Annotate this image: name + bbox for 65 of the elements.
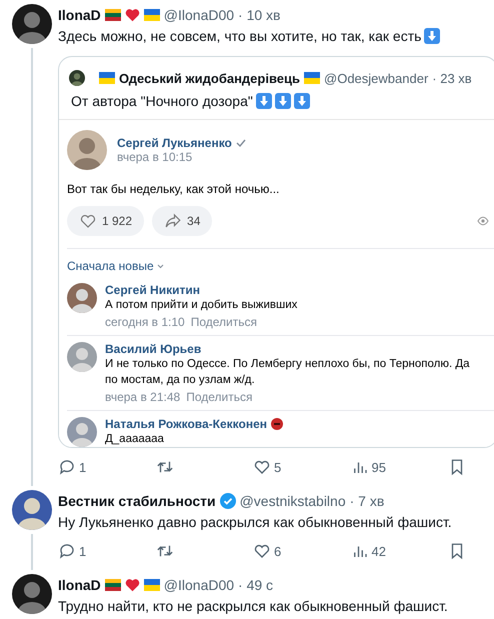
emoji-icon <box>271 418 284 430</box>
author-name[interactable]: IlonaD <box>58 577 101 593</box>
handle[interactable]: @vestnikstabilno <box>240 493 346 509</box>
author-name[interactable]: Вестник стабильности <box>58 493 216 509</box>
flag-icon <box>144 579 160 591</box>
flag-icon <box>104 579 121 591</box>
avatar <box>67 342 97 372</box>
tweet-text: Здесь можно, не совсем, что вы хотите, но так, как есть <box>58 27 422 46</box>
handle[interactable]: @Odesjewbander <box>324 70 428 86</box>
tweet-text: Трудно найти, кто не раскрылся как обыкновенный фашист. <box>58 597 448 616</box>
like-button[interactable]: 5 <box>253 458 293 476</box>
avatar <box>67 417 97 447</box>
heart-icon <box>124 578 140 592</box>
commenter-name: Сергей Никитин <box>105 283 200 297</box>
comment-text: А потом прийти и добить выживших <box>105 298 298 313</box>
handle[interactable]: @IlonaD00 <box>164 7 234 23</box>
sort-dropdown[interactable]: Сначала новые <box>67 259 164 273</box>
commenter-name: Наталья Рожкова-Кекконен <box>105 417 268 431</box>
comment-time: сегодня в 1:10 <box>105 315 185 329</box>
flag-icon <box>304 72 320 84</box>
heart-icon <box>79 212 97 230</box>
comment-text: И не только по Одессе. По Лембергу неплохо бы, по Тернополю. Да по мостам, да по узлам ж/д. <box>105 357 471 388</box>
author-name[interactable]: Одеський жидобандерівець <box>119 70 300 86</box>
like-icon <box>253 458 271 476</box>
like-button[interactable]: 6 <box>253 542 293 560</box>
avatar <box>69 70 85 86</box>
flag-icon <box>144 9 160 21</box>
views-button[interactable]: 42 <box>350 542 390 560</box>
comment-time: вчера в 21:48 <box>105 390 180 404</box>
thread-line <box>31 534 33 570</box>
tweet-text: От автора "Ночного дозора" <box>71 92 253 111</box>
reply-button[interactable]: 1 <box>58 542 98 560</box>
like-button[interactable]: 1 922 <box>67 206 144 236</box>
share-icon <box>164 212 182 230</box>
avatar <box>12 4 52 44</box>
reply-button[interactable]: 1 <box>58 458 98 476</box>
timestamp[interactable]: · 10 хв <box>238 7 280 23</box>
share-button[interactable]: 34 <box>152 206 212 236</box>
handle[interactable]: @IlonaD00 <box>164 577 234 593</box>
caret-icon <box>156 264 164 268</box>
timestamp[interactable]: · 49 с <box>238 577 274 593</box>
timestamp[interactable]: · 7 хв <box>350 493 384 509</box>
commenter-name: Василий Юрьев <box>105 342 202 356</box>
reply-icon <box>58 458 76 476</box>
share-link[interactable]: Поделиться <box>190 315 257 329</box>
avatar <box>12 574 52 614</box>
tweet-text: Ну Лукьяненко давно раскрылся как обыкновенный фашист. <box>58 513 452 532</box>
views-button[interactable]: 95 <box>350 458 390 476</box>
avatar <box>12 490 52 530</box>
flag-icon <box>104 9 121 21</box>
timestamp[interactable]: · 23 хв <box>432 70 472 86</box>
avatar <box>67 283 97 313</box>
quoted-tweet[interactable] <box>58 56 494 448</box>
post-text: Вот так бы недельку, как этой ночью... <box>67 182 280 196</box>
share-link[interactable]: Поделиться <box>186 390 252 404</box>
post-time: вчера в 10:15 <box>117 150 192 164</box>
reply-icon <box>58 542 76 560</box>
author-name[interactable]: IlonaD <box>58 7 101 23</box>
eye-icon <box>477 216 489 226</box>
flag-icon <box>99 72 115 84</box>
author-name: Сергей Лукьяненко <box>117 136 232 150</box>
like-icon <box>253 542 271 560</box>
heart-icon <box>124 8 140 22</box>
comment-text: Д_ааааааа <box>105 432 165 447</box>
avatar <box>67 130 107 170</box>
